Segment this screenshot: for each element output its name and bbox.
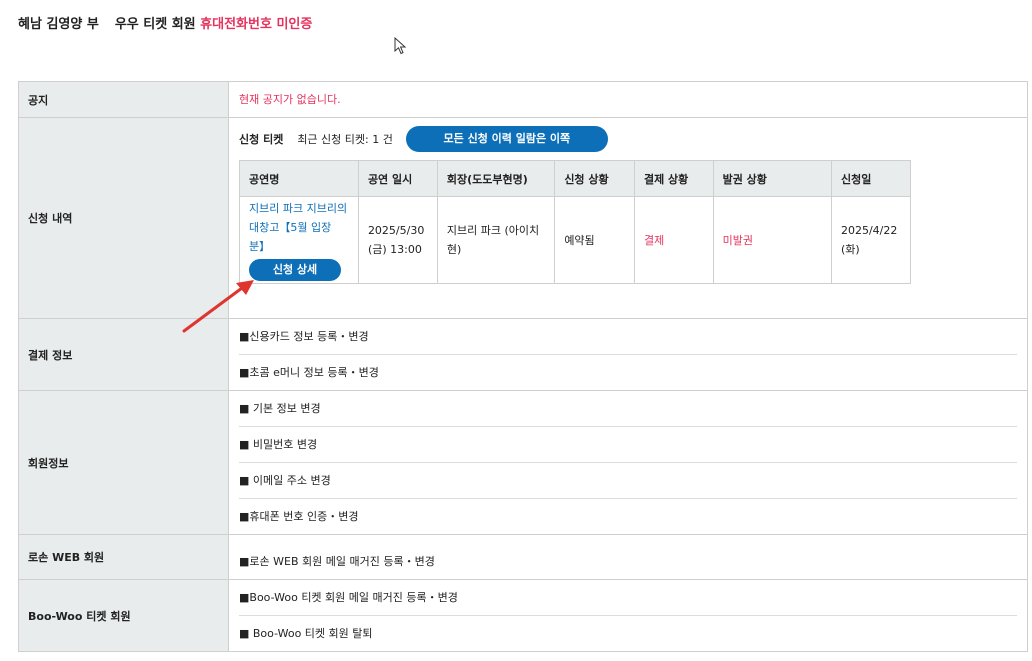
issuance-status: 미발권 <box>712 196 832 284</box>
boowoo-magazine-link[interactable]: ■Boo-Woo 티켓 회원 메일 매거진 등록・변경 <box>239 580 1017 616</box>
member-info-row: 회원정보 ■ 기본 정보 변경 ■ 비밀번호 변경 ■ 이메일 주소 변경 ■휴… <box>18 390 1028 535</box>
col-venue: 회장(도도부현명) <box>436 160 556 197</box>
mypage-table: 공지 현재 공지가 없습니다. 신청 내역 신청 티켓 최근 신청 티켓: 1 … <box>18 81 1028 652</box>
user-name: 혜남 김영양 부 <box>18 17 99 32</box>
table-row: 지브리 파크 지브리의 대창고【5월 입장분】 신청 상세 2025/5/30 … <box>239 196 912 284</box>
all-history-button[interactable]: 모든 신청 이력 일람은 이쪽 <box>405 126 608 152</box>
venue: 지브리 파크 (아이치현) <box>436 196 556 284</box>
emoney-link[interactable]: ■초콤 e머니 정보 등록・변경 <box>239 355 1017 390</box>
boowoo-withdraw-link[interactable]: ■ Boo-Woo 티켓 회원 탈퇴 <box>239 616 1017 651</box>
ticket-title: 신청 티켓 <box>239 133 284 146</box>
performance-name-link[interactable]: 지브리 파크 지브리의 대창고【5월 입장분】 <box>249 202 347 253</box>
recent-count: 최근 신청 티켓: 1 건 <box>297 133 393 146</box>
applications-subheader: 신청 티켓 최근 신청 티켓: 1 건 모든 신청 이력 일람은 이쪽 <box>239 118 1017 160</box>
notice-label: 공지 <box>18 81 229 118</box>
application-status: 예약됨 <box>554 196 635 284</box>
payment-status: 결제 <box>633 196 714 284</box>
col-issuance-status: 발권 상황 <box>712 160 832 197</box>
applications-row: 신청 내역 신청 티켓 최근 신청 티켓: 1 건 모든 신청 이력 일람은 이… <box>18 117 1028 319</box>
phone-link[interactable]: ■휴대폰 번호 인증・변경 <box>239 499 1017 534</box>
applications-table: 공연명 공연 일시 회장(도도부현명) 신청 상황 결제 상황 발권 상황 신청… <box>239 160 912 284</box>
notice-text: 현재 공지가 없습니다. <box>239 93 341 106</box>
applications-header-row: 공연명 공연 일시 회장(도도부현명) 신청 상황 결제 상황 발권 상황 신청… <box>239 160 912 197</box>
col-datetime: 공연 일시 <box>357 160 438 197</box>
user-header: 혜남 김영양 부 우우 티켓 회원 휴대전화번호 미인증 <box>18 13 312 32</box>
annotation-arrow-icon <box>182 280 254 333</box>
applied-date: 2025/4/22 (화) <box>830 196 912 284</box>
basic-info-link[interactable]: ■ 기본 정보 변경 <box>239 391 1017 427</box>
lawson-magazine-link[interactable]: ■로손 WEB 회원 메일 매거진 등록・변경 <box>239 544 1017 579</box>
phone-verification-status[interactable]: 휴대전화번호 미인증 <box>200 17 312 32</box>
lawson-web-label: 로손 WEB 회원 <box>18 534 229 580</box>
boowoo-label: Boo-Woo 티켓 회원 <box>18 579 229 652</box>
lawson-web-row: 로손 WEB 회원 ■로손 WEB 회원 메일 매거진 등록・변경 <box>18 534 1028 580</box>
password-link[interactable]: ■ 비밀번호 변경 <box>239 427 1017 463</box>
member-info-label: 회원정보 <box>18 390 229 535</box>
col-application-status: 신청 상황 <box>554 160 635 197</box>
mouse-cursor-icon <box>394 37 407 55</box>
boowoo-row: Boo-Woo 티켓 회원 ■Boo-Woo 티켓 회원 메일 매거진 등록・변… <box>18 579 1028 652</box>
payment-info-row: 결제 정보 ■신용카드 정보 등록・변경 ■초콤 e머니 정보 등록・변경 <box>18 318 1028 391</box>
credit-card-link[interactable]: ■신용카드 정보 등록・변경 <box>239 319 1017 355</box>
col-payment-status: 결제 상황 <box>633 160 714 197</box>
col-name: 공연명 <box>239 160 359 197</box>
notice-row: 공지 현재 공지가 없습니다. <box>18 81 1028 118</box>
member-type: 우우 티켓 회원 <box>114 17 196 32</box>
col-applied-date: 신청일 <box>830 160 912 197</box>
performance-datetime: 2025/5/30 (금) 13:00 <box>357 196 438 284</box>
email-link[interactable]: ■ 이메일 주소 변경 <box>239 463 1017 499</box>
application-detail-button[interactable]: 신청 상세 <box>249 259 341 281</box>
